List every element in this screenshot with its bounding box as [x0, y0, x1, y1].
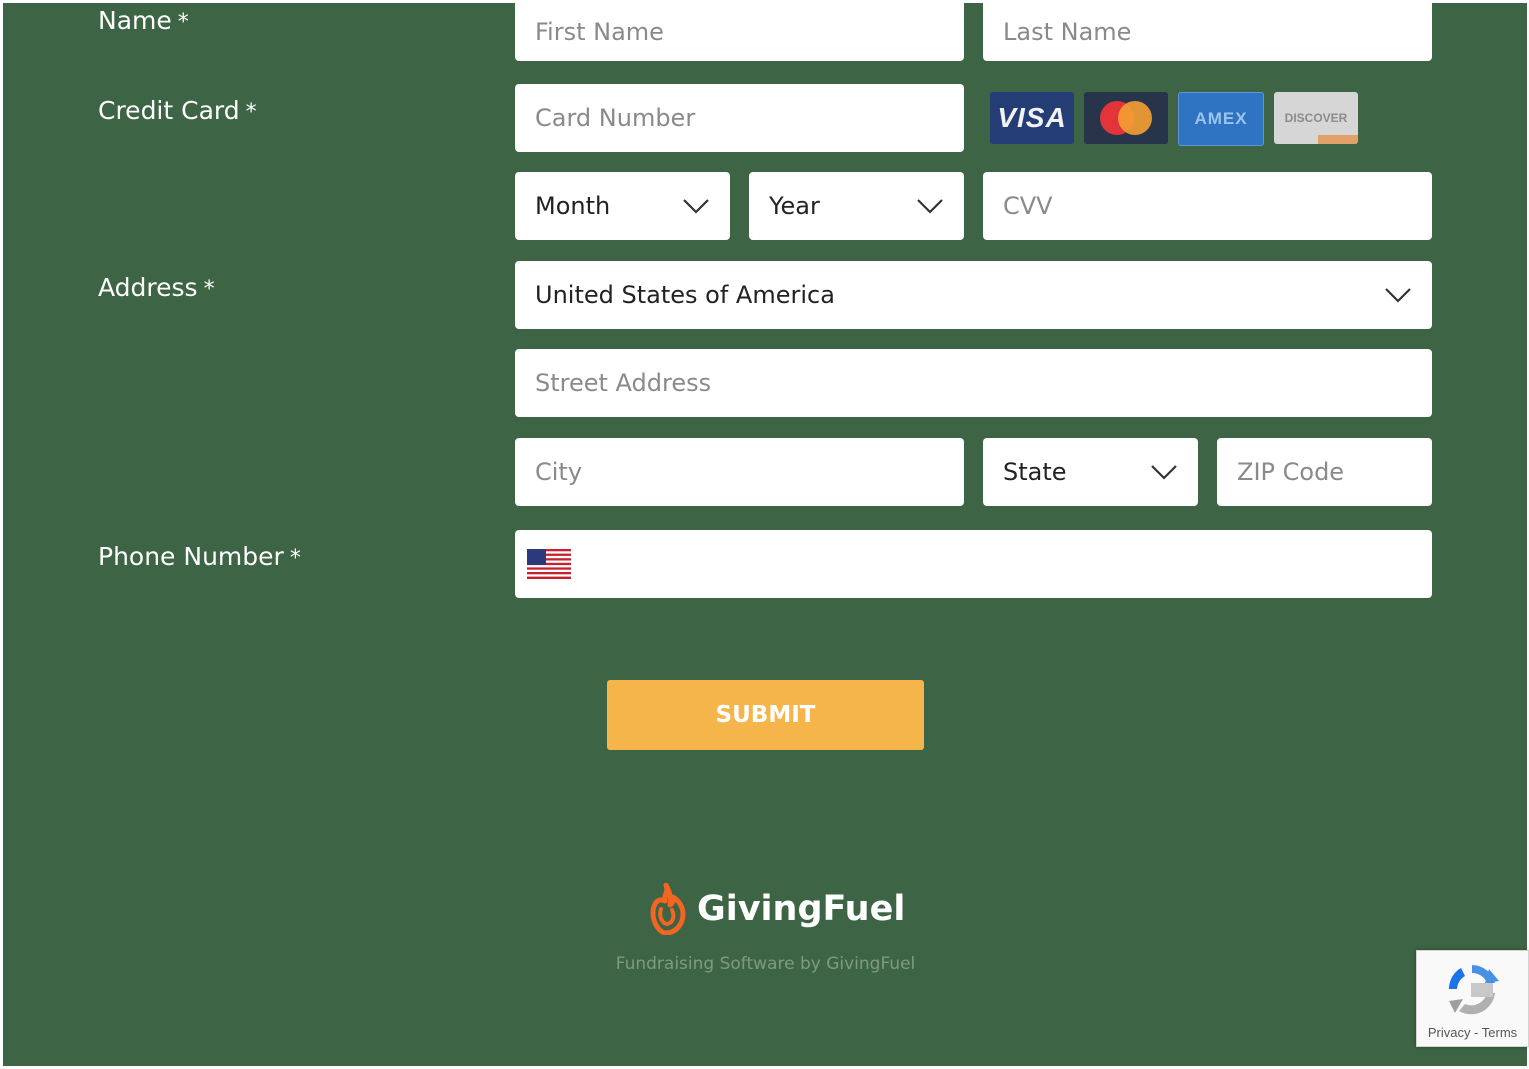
submit-button[interactable]: SUBMIT [607, 680, 924, 750]
givingfuel-logo[interactable]: GivingFuel [643, 883, 905, 935]
required-marker: * [245, 100, 257, 125]
year-select[interactable]: Year [749, 172, 964, 240]
mastercard-card-icon [1084, 92, 1168, 144]
phone-field[interactable] [515, 530, 1432, 598]
card-number-input[interactable] [515, 84, 964, 152]
month-select[interactable]: Month [515, 172, 730, 240]
street-address-input[interactable] [515, 349, 1432, 417]
credit-card-label: Credit Card * [98, 95, 257, 129]
zip-code-field[interactable] [1217, 438, 1432, 506]
chevron-down-icon [683, 199, 709, 214]
donation-form-page: Name * Credit Card * Address * Phone Number… [3, 0, 1529, 1066]
chevron-down-icon [917, 199, 943, 214]
recaptcha-privacy-terms-links[interactable]: Privacy - Terms [1417, 1025, 1528, 1040]
city-field[interactable] [515, 438, 964, 506]
last-name-field[interactable] [983, 0, 1432, 61]
phone-label: Phone Number * [98, 541, 301, 575]
address-label-text: Address [98, 273, 198, 302]
recaptcha-icon [1448, 965, 1499, 1015]
amex-card-icon: AMEX [1178, 92, 1264, 146]
state-select-value: State [1003, 458, 1067, 486]
name-label: Name * [98, 5, 189, 39]
card-number-field[interactable] [515, 84, 964, 152]
flame-icon [650, 883, 686, 935]
accepted-cards: VISA AMEX DISCOVER [990, 92, 1358, 146]
name-label-text: Name [98, 6, 172, 35]
required-marker: * [289, 546, 301, 571]
required-marker: * [177, 10, 189, 35]
phone-input[interactable] [515, 530, 1432, 598]
address-label: Address * [98, 272, 215, 306]
zip-code-input[interactable] [1217, 438, 1432, 506]
country-select[interactable]: United States of America [515, 261, 1432, 329]
us-flag-icon[interactable] [527, 549, 571, 579]
required-marker: * [203, 277, 215, 302]
country-select-value: United States of America [535, 281, 835, 309]
brand-name: GivingFuel [697, 889, 906, 929]
recaptcha-badge[interactable]: Privacy - Terms [1416, 950, 1529, 1047]
chevron-down-icon [1385, 288, 1411, 303]
first-name-input[interactable] [515, 0, 964, 61]
year-select-value: Year [769, 192, 820, 220]
cvv-input[interactable] [983, 172, 1432, 240]
city-input[interactable] [515, 438, 964, 506]
discover-text: DISCOVER [1284, 111, 1348, 125]
brand-tagline[interactable]: Fundraising Software by GivingFuel [607, 954, 924, 974]
last-name-input[interactable] [983, 0, 1432, 61]
month-select-value: Month [535, 192, 611, 220]
phone-label-text: Phone Number [98, 542, 284, 571]
credit-card-label-text: Credit Card [98, 96, 240, 125]
visa-card-icon: VISA [990, 92, 1074, 144]
discover-card-icon: DISCOVER [1274, 92, 1358, 144]
state-select[interactable]: State [983, 438, 1198, 506]
street-address-field[interactable] [515, 349, 1432, 417]
chevron-down-icon [1151, 465, 1177, 480]
first-name-field[interactable] [515, 0, 964, 61]
cvv-field[interactable] [983, 172, 1432, 240]
